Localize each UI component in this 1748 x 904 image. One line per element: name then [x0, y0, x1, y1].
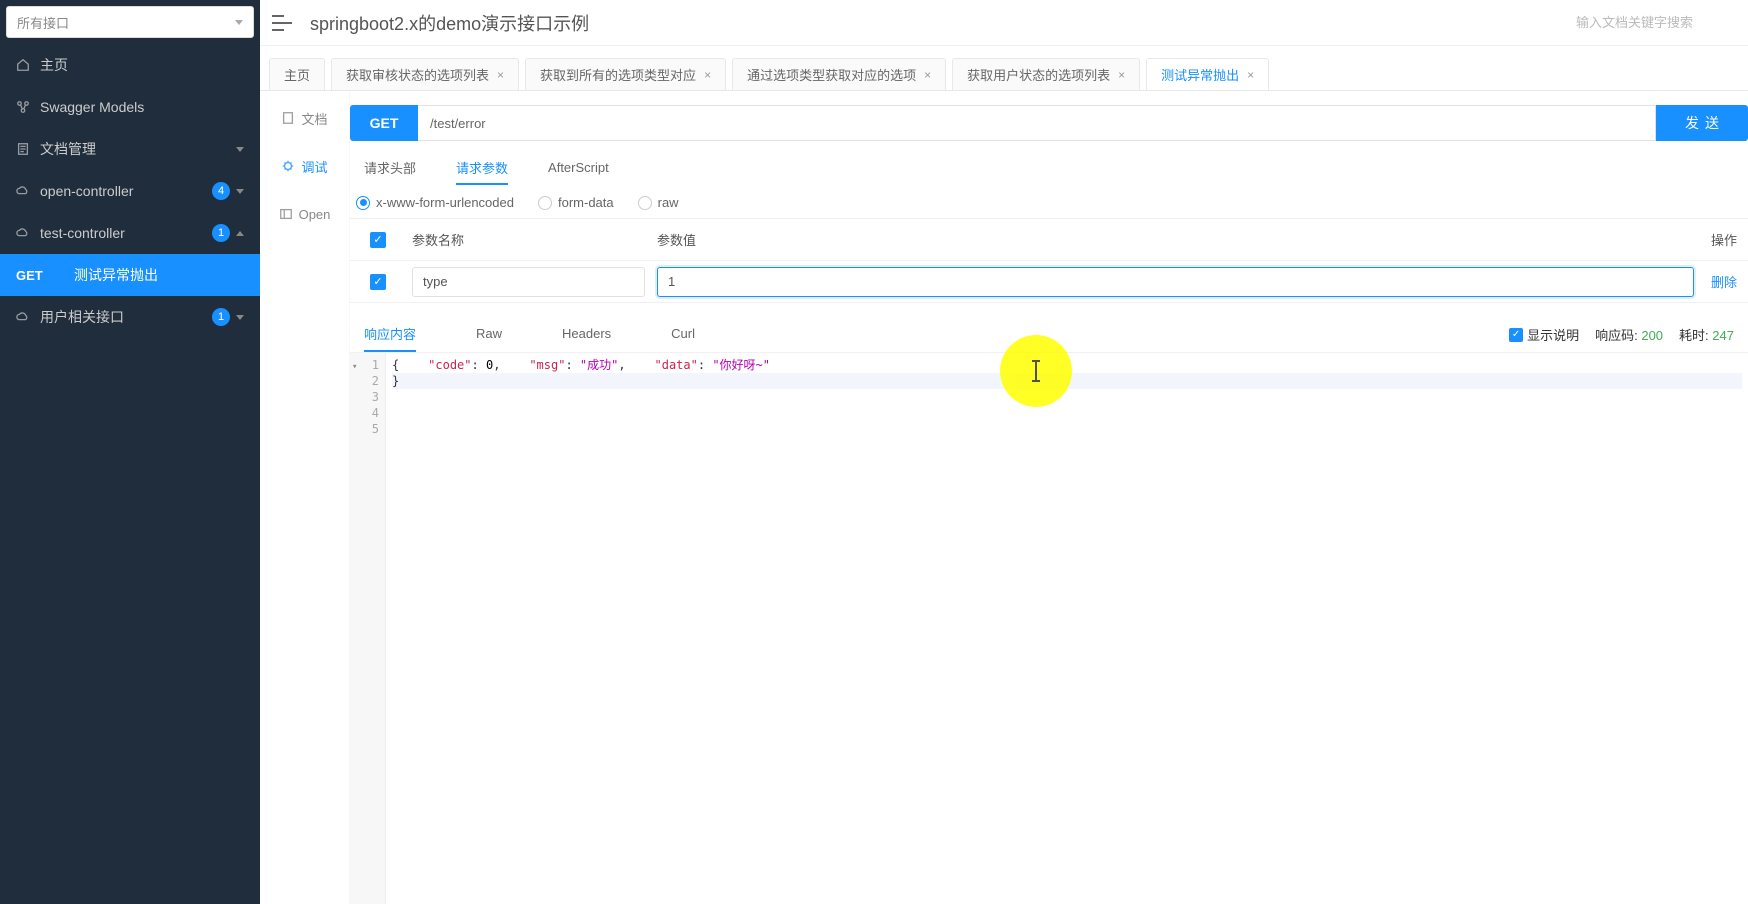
- inner-nav: 文档 调试 Open: [260, 91, 350, 904]
- subtab-headers[interactable]: 请求头部: [364, 151, 416, 185]
- col-action-header: 操作: [1700, 230, 1748, 249]
- tab[interactable]: 获取审核状态的选项列表×: [331, 58, 519, 90]
- nav-label: 用户相关接口: [40, 307, 212, 327]
- checkbox-icon[interactable]: ✓: [1509, 328, 1523, 342]
- radio-icon: [538, 196, 552, 210]
- param-name-input[interactable]: [412, 267, 645, 297]
- resp-tab-curl[interactable]: Curl: [671, 317, 695, 352]
- chevron-down-icon: [236, 315, 244, 320]
- page-title: springboot2.x的demo演示接口示例: [310, 10, 1576, 36]
- body-type-radios: x-www-form-urlencoded form-data raw: [350, 185, 1748, 218]
- response-editor: 1▾ 2345 { "code": 0, "msg": "成功", "data"…: [350, 353, 1748, 904]
- close-icon[interactable]: ×: [497, 68, 504, 82]
- close-icon[interactable]: ×: [1118, 68, 1125, 82]
- status-code: 200: [1641, 328, 1663, 343]
- nav-label: Swagger Models: [40, 99, 244, 115]
- sidebar: 所有接口 主页 Swagger Models 文档管理 open-control…: [0, 0, 260, 904]
- main-area: springboot2.x的demo演示接口示例 主页 获取审核状态的选项列表×…: [260, 0, 1748, 904]
- close-icon[interactable]: ×: [924, 68, 931, 82]
- method-badge: GET: [16, 268, 62, 283]
- close-icon[interactable]: ×: [704, 68, 711, 82]
- resp-tab-content[interactable]: 响应内容: [364, 317, 416, 352]
- tab[interactable]: 通过选项类型获取对应的选项×: [732, 58, 946, 90]
- cloud-icon: [16, 226, 30, 240]
- radio-formdata[interactable]: form-data: [538, 195, 614, 210]
- cloud-icon: [16, 310, 30, 324]
- sidebar-item-home[interactable]: 主页: [0, 44, 260, 86]
- nav-label: 文档管理: [40, 139, 236, 159]
- topbar: springboot2.x的demo演示接口示例: [260, 0, 1748, 46]
- debug-icon: [281, 159, 295, 173]
- sidebar-subitem-test-error[interactable]: GET 测试异常抛出: [0, 254, 260, 296]
- resp-tab-raw[interactable]: Raw: [476, 317, 502, 352]
- inner-tab-open[interactable]: Open: [279, 199, 331, 229]
- checkbox[interactable]: ✓: [370, 274, 386, 290]
- subtab-params[interactable]: 请求参数: [456, 151, 508, 185]
- radio-icon: [356, 196, 370, 210]
- close-icon[interactable]: ×: [1247, 68, 1254, 82]
- tab-active[interactable]: 测试异常抛出×: [1146, 58, 1269, 90]
- collapse-sidebar-icon[interactable]: [272, 15, 292, 31]
- models-icon: [16, 100, 30, 114]
- sidebar-item-user-api[interactable]: 用户相关接口 1: [0, 296, 260, 338]
- sub-label: 测试异常抛出: [74, 265, 158, 285]
- cloud-icon: [16, 184, 30, 198]
- checkbox-all[interactable]: ✓: [370, 232, 386, 248]
- request-path-input[interactable]: /test/error: [418, 105, 1656, 141]
- nav-label: open-controller: [40, 183, 212, 199]
- inner-tab-doc[interactable]: 文档: [281, 103, 327, 133]
- subtab-afterscript[interactable]: AfterScript: [548, 151, 609, 185]
- request-subtabs: 请求头部 请求参数 AfterScript: [350, 151, 1748, 185]
- resp-tab-headers[interactable]: Headers: [562, 317, 611, 352]
- response-meta: ✓显示说明 响应码: 200 耗时: 247: [1509, 325, 1734, 344]
- chevron-down-icon: [236, 189, 244, 194]
- tabs-bar: 主页 获取审核状态的选项列表× 获取到所有的选项类型对应× 通过选项类型获取对应…: [260, 46, 1748, 90]
- col-value-header: 参数值: [651, 230, 1700, 249]
- sidebar-item-doc-mgmt[interactable]: 文档管理: [0, 128, 260, 170]
- count-badge: 1: [212, 308, 230, 326]
- radio-urlencoded[interactable]: x-www-form-urlencoded: [356, 195, 514, 210]
- delete-link[interactable]: 删除: [1700, 272, 1748, 291]
- home-icon: [16, 58, 30, 72]
- elapsed-time: 247: [1712, 328, 1734, 343]
- api-group-selector[interactable]: 所有接口: [6, 6, 254, 38]
- param-table: ✓ 参数名称 参数值 操作 ✓ 删除: [350, 218, 1748, 303]
- tab[interactable]: 获取用户状态的选项列表×: [952, 58, 1140, 90]
- table-header-row: ✓ 参数名称 参数值 操作: [350, 219, 1748, 261]
- count-badge: 4: [212, 182, 230, 200]
- tab[interactable]: 获取到所有的选项类型对应×: [525, 58, 726, 90]
- inner-tab-debug[interactable]: 调试: [281, 151, 327, 181]
- sidebar-item-test-controller[interactable]: test-controller 1: [0, 212, 260, 254]
- count-badge: 1: [212, 224, 230, 242]
- line-gutter: 1▾ 2345: [350, 353, 386, 904]
- radio-icon: [638, 196, 652, 210]
- chevron-down-icon: [235, 20, 243, 25]
- col-name-header: 参数名称: [406, 230, 651, 249]
- response-tabs: 响应内容 Raw Headers Curl ✓显示说明 响应码: 200 耗时:…: [350, 317, 1748, 353]
- doc-icon: [16, 142, 30, 156]
- chevron-down-icon: [236, 147, 244, 152]
- request-line: GET /test/error 发送: [350, 105, 1748, 141]
- sidebar-item-open-controller[interactable]: open-controller 4: [0, 170, 260, 212]
- http-method-badge[interactable]: GET: [350, 105, 418, 141]
- open-icon: [279, 207, 293, 221]
- radio-raw[interactable]: raw: [638, 195, 679, 210]
- doc-search-input[interactable]: [1576, 8, 1736, 38]
- param-value-input[interactable]: [657, 267, 1694, 297]
- sidebar-item-swagger-models[interactable]: Swagger Models: [0, 86, 260, 128]
- code-area[interactable]: { "code": 0, "msg": "成功", "data": "你好呀~"…: [386, 353, 1748, 904]
- work-area: GET /test/error 发送 请求头部 请求参数 AfterScript…: [350, 91, 1748, 904]
- doc-icon: [281, 111, 295, 125]
- chevron-up-icon: [236, 231, 244, 236]
- table-row: ✓ 删除: [350, 261, 1748, 303]
- tab-home[interactable]: 主页: [269, 58, 325, 90]
- send-button[interactable]: 发送: [1656, 105, 1748, 141]
- nav-label: test-controller: [40, 225, 212, 241]
- selector-label: 所有接口: [17, 13, 69, 32]
- nav-label: 主页: [40, 55, 244, 75]
